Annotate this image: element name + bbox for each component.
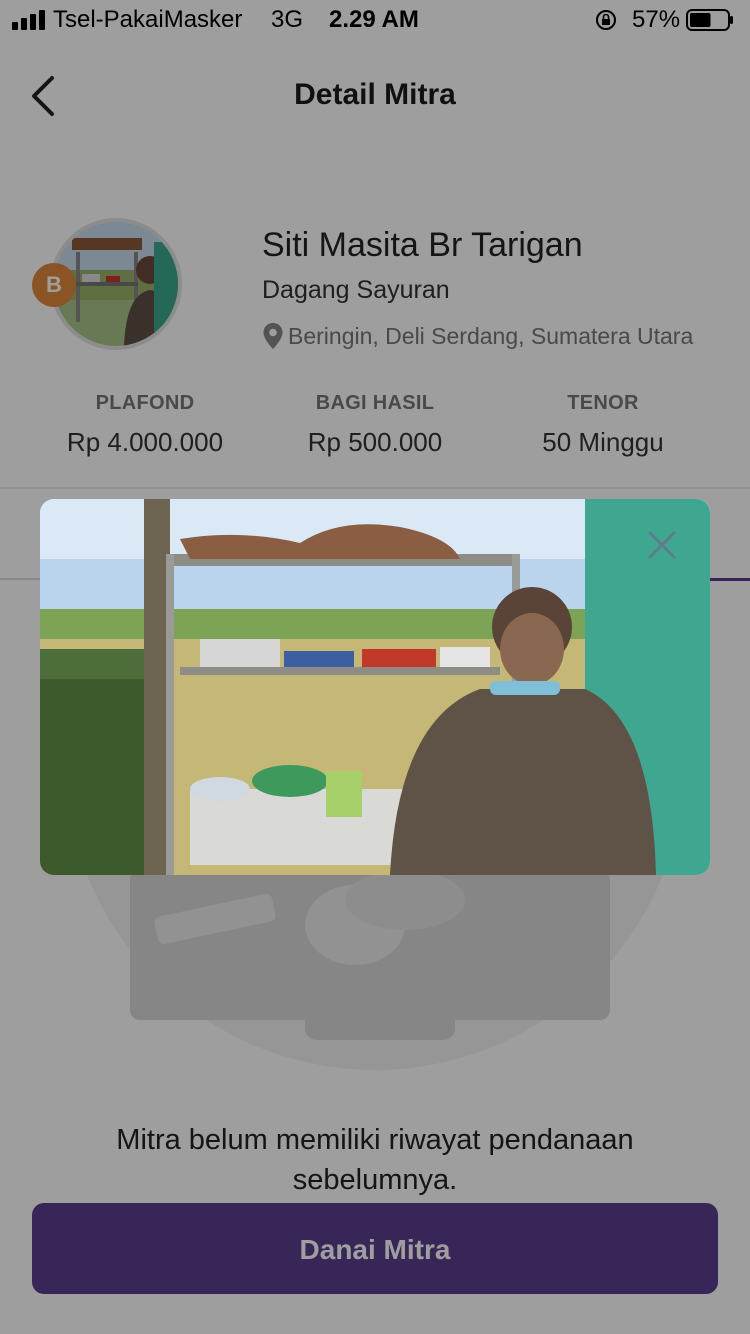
app-screen: Tsel-PakaiMasker 3G 2.29 AM 57% Detail M… [0, 0, 750, 1334]
close-icon[interactable] [646, 529, 678, 561]
photo-modal [40, 499, 710, 875]
partner-photo [40, 499, 710, 875]
